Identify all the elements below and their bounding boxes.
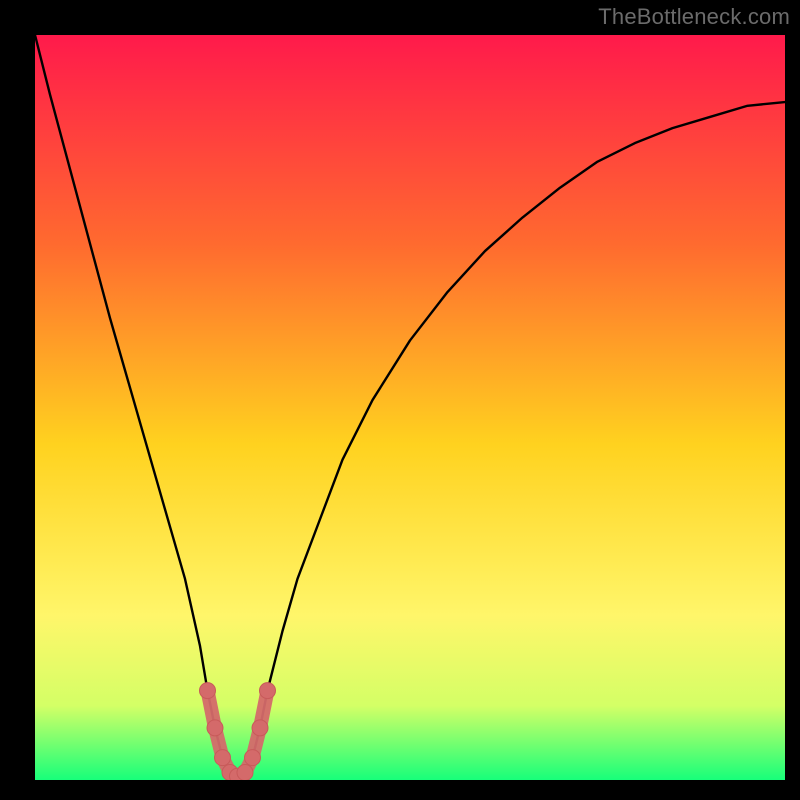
optimal-marker xyxy=(215,750,231,766)
plot-area xyxy=(35,35,785,780)
optimal-marker xyxy=(200,683,216,699)
optimal-marker xyxy=(252,720,268,736)
gradient-background xyxy=(35,35,785,780)
outer-frame: TheBottleneck.com xyxy=(0,0,800,800)
optimal-marker xyxy=(207,720,223,736)
optimal-marker xyxy=(260,683,276,699)
optimal-marker xyxy=(237,765,253,780)
chart-svg xyxy=(35,35,785,780)
optimal-marker xyxy=(245,750,261,766)
watermark-text: TheBottleneck.com xyxy=(598,4,790,30)
